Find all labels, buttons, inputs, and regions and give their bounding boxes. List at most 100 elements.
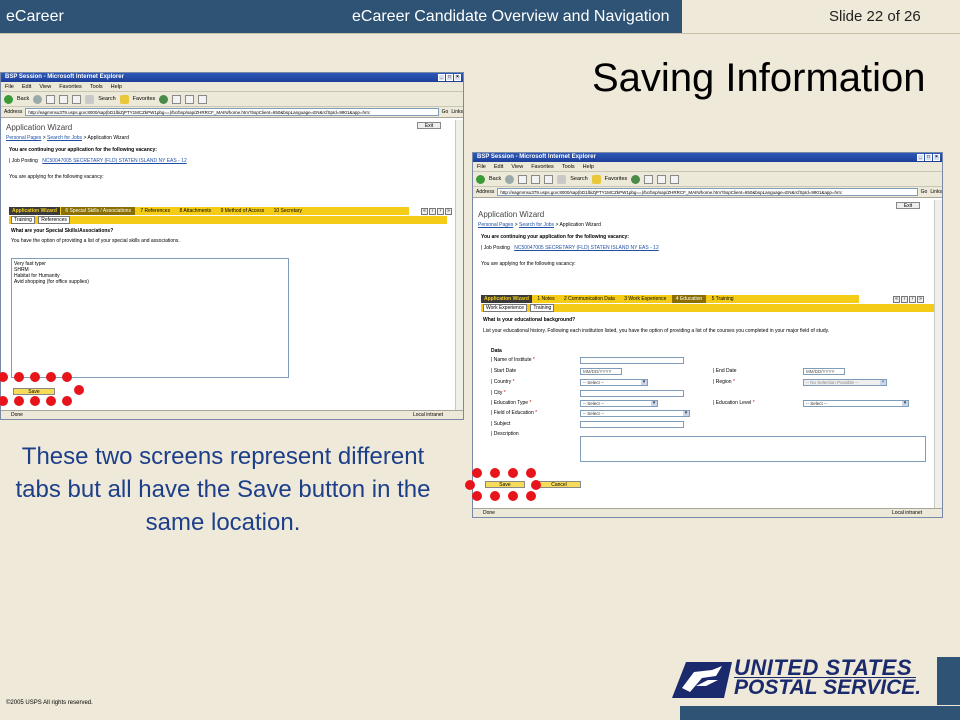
menu-help[interactable]: Help bbox=[583, 162, 594, 171]
maximize-icon[interactable]: □ bbox=[925, 154, 932, 161]
go-button[interactable]: Go bbox=[442, 109, 449, 115]
home-icon[interactable] bbox=[72, 94, 82, 104]
address-input[interactable]: http://eagmmsu379.usps.gov:8000/sap(bD1l… bbox=[25, 108, 439, 116]
address-input[interactable]: http://eagmmsu379.usps.gov:8000/sap(bD1l… bbox=[497, 188, 918, 196]
country-select[interactable]: -- Select -- bbox=[580, 379, 648, 386]
back-button[interactable]: Back bbox=[17, 96, 29, 102]
vertical-scrollbar[interactable] bbox=[455, 120, 463, 412]
step-communication[interactable]: 2 Communication Data bbox=[560, 295, 619, 303]
minimize-icon[interactable]: _ bbox=[438, 74, 445, 81]
next-step-icon[interactable]: › bbox=[909, 296, 916, 303]
last-step-icon[interactable]: » bbox=[917, 296, 924, 303]
menu-favorites[interactable]: Favorites bbox=[531, 162, 554, 171]
step-work-experience[interactable]: 3 Work Experience bbox=[620, 295, 670, 303]
step-training[interactable]: 5 Training bbox=[708, 295, 738, 303]
subtab-work-experience[interactable]: Work Experience bbox=[483, 304, 527, 312]
skills-textarea[interactable]: Very fast typer SHRM Habitat for Humanit… bbox=[11, 258, 289, 378]
crumb-personal-pages[interactable]: Personal Pages bbox=[6, 135, 41, 141]
search-icon[interactable] bbox=[85, 94, 95, 104]
last-step-icon[interactable]: » bbox=[445, 208, 452, 215]
crumb-search-jobs[interactable]: Search for Jobs bbox=[519, 222, 554, 228]
institute-input[interactable] bbox=[580, 357, 684, 364]
links-button[interactable]: Links bbox=[930, 189, 942, 195]
start-date-input[interactable]: MM/DD/YYYY bbox=[580, 368, 622, 375]
description-textarea[interactable] bbox=[580, 436, 926, 462]
next-step-icon[interactable]: › bbox=[437, 208, 444, 215]
step-references[interactable]: 7 References bbox=[136, 207, 174, 215]
menu-help[interactable]: Help bbox=[111, 82, 122, 91]
subject-input[interactable] bbox=[580, 421, 684, 428]
print-icon[interactable] bbox=[670, 174, 680, 184]
print-icon[interactable] bbox=[198, 94, 208, 104]
home-icon[interactable] bbox=[544, 174, 554, 184]
crumb-search-jobs[interactable]: Search for Jobs bbox=[47, 135, 82, 141]
exit-button[interactable]: Exit bbox=[417, 122, 441, 129]
save-button[interactable]: Save bbox=[13, 388, 55, 395]
forward-icon[interactable] bbox=[33, 94, 43, 104]
search-button[interactable]: Search bbox=[570, 176, 587, 182]
search-button[interactable]: Search bbox=[98, 96, 115, 102]
prev-step-icon[interactable]: ‹ bbox=[429, 208, 436, 215]
back-button[interactable]: Back bbox=[489, 176, 501, 182]
close-icon[interactable]: × bbox=[933, 154, 940, 161]
first-step-icon[interactable]: « bbox=[421, 208, 428, 215]
forward-icon[interactable] bbox=[505, 174, 515, 184]
minimize-icon[interactable]: _ bbox=[917, 154, 924, 161]
menu-favorites[interactable]: Favorites bbox=[59, 82, 82, 91]
region-select[interactable]: -- No Selection Possible -- bbox=[803, 379, 887, 386]
step-secretary[interactable]: 10 Secretary bbox=[270, 207, 306, 215]
city-input[interactable] bbox=[580, 390, 684, 397]
job-posting-link[interactable]: NC50047005 SECRETARY (FLD) STATEN ISLAND… bbox=[42, 158, 187, 164]
links-button[interactable]: Links bbox=[451, 109, 463, 115]
slide-title: Saving Information bbox=[592, 56, 926, 100]
menu-edit[interactable]: Edit bbox=[22, 82, 31, 91]
subtab-references[interactable]: References bbox=[38, 216, 70, 224]
vertical-scrollbar[interactable] bbox=[934, 200, 942, 510]
edu-level-select[interactable]: -- Select -- bbox=[803, 400, 909, 407]
history-icon[interactable] bbox=[644, 174, 654, 184]
step-notes[interactable]: 1 Notes bbox=[533, 295, 558, 303]
mail-icon[interactable] bbox=[185, 94, 195, 104]
back-icon[interactable] bbox=[476, 174, 485, 184]
subtab-training[interactable]: Training bbox=[11, 216, 35, 224]
search-icon[interactable] bbox=[557, 174, 567, 184]
cancel-button[interactable]: Cancel bbox=[537, 481, 581, 488]
back-icon[interactable] bbox=[4, 94, 13, 104]
go-button[interactable]: Go bbox=[921, 189, 928, 195]
edu-type-select[interactable]: -- Select -- bbox=[580, 400, 658, 407]
prev-step-icon[interactable]: ‹ bbox=[901, 296, 908, 303]
first-step-icon[interactable]: « bbox=[893, 296, 900, 303]
menu-file[interactable]: File bbox=[477, 162, 486, 171]
save-button[interactable]: Save bbox=[485, 481, 525, 488]
refresh-icon[interactable] bbox=[59, 94, 69, 104]
menu-file[interactable]: File bbox=[5, 82, 14, 91]
media-icon[interactable] bbox=[159, 94, 169, 104]
step-attachments[interactable]: 8 Attachments bbox=[175, 207, 215, 215]
favorites-button[interactable]: Favorites bbox=[133, 96, 156, 102]
media-icon[interactable] bbox=[631, 174, 641, 184]
menu-view[interactable]: View bbox=[511, 162, 523, 171]
maximize-icon[interactable]: □ bbox=[446, 74, 453, 81]
end-date-input[interactable]: MM/DD/YYYY bbox=[803, 368, 845, 375]
favorites-button[interactable]: Favorites bbox=[605, 176, 628, 182]
favorites-icon[interactable] bbox=[119, 94, 129, 104]
mail-icon[interactable] bbox=[657, 174, 667, 184]
menu-edit[interactable]: Edit bbox=[494, 162, 503, 171]
subtab-training[interactable]: Training bbox=[530, 304, 555, 312]
field-of-edu-select[interactable]: -- Select -- bbox=[580, 410, 690, 417]
favorites-icon[interactable] bbox=[591, 174, 601, 184]
step-education[interactable]: 4 Education bbox=[671, 295, 707, 303]
close-icon[interactable]: × bbox=[454, 74, 461, 81]
refresh-icon[interactable] bbox=[531, 174, 541, 184]
job-posting-link[interactable]: NC50047005 SECRETARY (FLD) STATEN ISLAND… bbox=[514, 245, 659, 251]
step-method-access[interactable]: 9 Method of Access bbox=[217, 207, 269, 215]
crumb-personal-pages[interactable]: Personal Pages bbox=[478, 222, 513, 228]
history-icon[interactable] bbox=[172, 94, 182, 104]
stop-icon[interactable] bbox=[46, 94, 56, 104]
step-special-skills[interactable]: 6 Special Skills / Associations bbox=[61, 207, 135, 215]
stop-icon[interactable] bbox=[518, 174, 528, 184]
exit-button[interactable]: Exit bbox=[896, 202, 920, 209]
menu-tools[interactable]: Tools bbox=[90, 82, 103, 91]
menu-view[interactable]: View bbox=[39, 82, 51, 91]
menu-tools[interactable]: Tools bbox=[562, 162, 575, 171]
